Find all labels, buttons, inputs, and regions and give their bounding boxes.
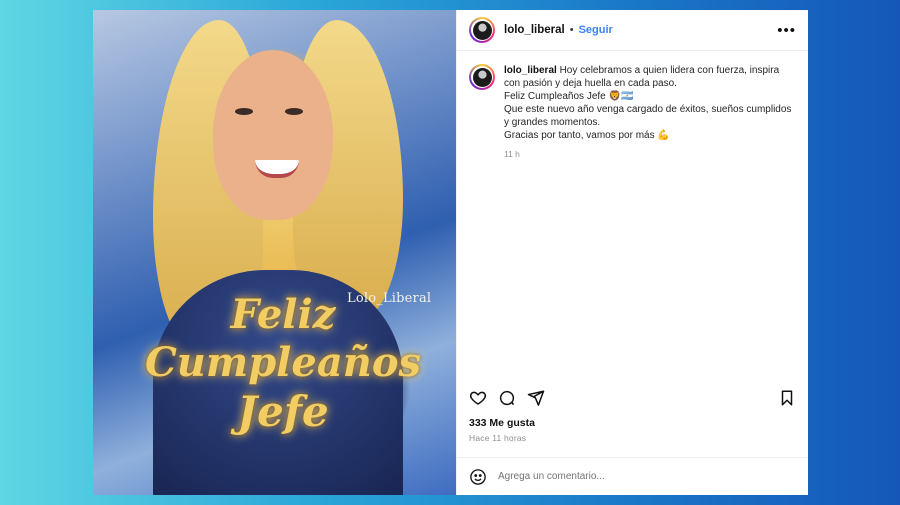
birthday-greeting: Feliz Cumpleaños Jefe xyxy=(143,295,423,433)
greeting-line-1: Feliz xyxy=(230,291,336,338)
caption-line: Que este nuevo año venga cargado de éxit… xyxy=(504,104,792,128)
comment-icon[interactable] xyxy=(498,389,516,407)
caption-text: lolo_liberal Hoy celebramos a quien lide… xyxy=(504,64,796,383)
smiley-icon[interactable] xyxy=(469,468,487,486)
comment-input[interactable] xyxy=(498,471,758,482)
comment-box xyxy=(457,457,808,495)
eye-shape xyxy=(285,108,303,115)
post-sidebar: lolo_liberal • Seguir ••• lolo_liberal H… xyxy=(456,10,808,495)
caption-line: Feliz Cumpleaños Jefe 🦁🇦🇷 xyxy=(504,91,634,102)
header-username[interactable]: lolo_liberal xyxy=(504,24,565,36)
like-count[interactable]: 333 Me gusta xyxy=(457,417,808,429)
heart-icon[interactable] xyxy=(469,389,487,407)
avatar[interactable] xyxy=(469,64,495,90)
greeting-line-3: Jefe xyxy=(237,387,329,436)
instagram-post: Lolo_Liberal Feliz Cumpleaños Jefe lolo_… xyxy=(93,10,808,495)
avatar[interactable] xyxy=(469,17,495,43)
post-header: lolo_liberal • Seguir ••• xyxy=(457,10,808,51)
follow-button[interactable]: Seguir xyxy=(579,24,613,36)
post-caption: lolo_liberal Hoy celebramos a quien lide… xyxy=(457,51,808,383)
caption-line: Gracias por tanto, vamos por más 💪 xyxy=(504,130,670,141)
greeting-line-2: Cumpleaños xyxy=(144,339,422,386)
more-horizontal-icon[interactable]: ••• xyxy=(777,23,796,38)
bookmark-icon[interactable] xyxy=(778,389,796,407)
post-image[interactable]: Lolo_Liberal Feliz Cumpleaños Jefe xyxy=(93,10,456,495)
caption-username[interactable]: lolo_liberal xyxy=(504,65,557,76)
send-icon[interactable] xyxy=(527,389,545,407)
separator-dot: • xyxy=(569,24,574,36)
face-shape xyxy=(213,50,333,220)
eye-shape xyxy=(235,108,253,115)
action-bar xyxy=(457,383,808,413)
caption-timestamp[interactable]: 11 h xyxy=(504,148,796,161)
post-age: Hace 11 horas xyxy=(469,433,527,443)
